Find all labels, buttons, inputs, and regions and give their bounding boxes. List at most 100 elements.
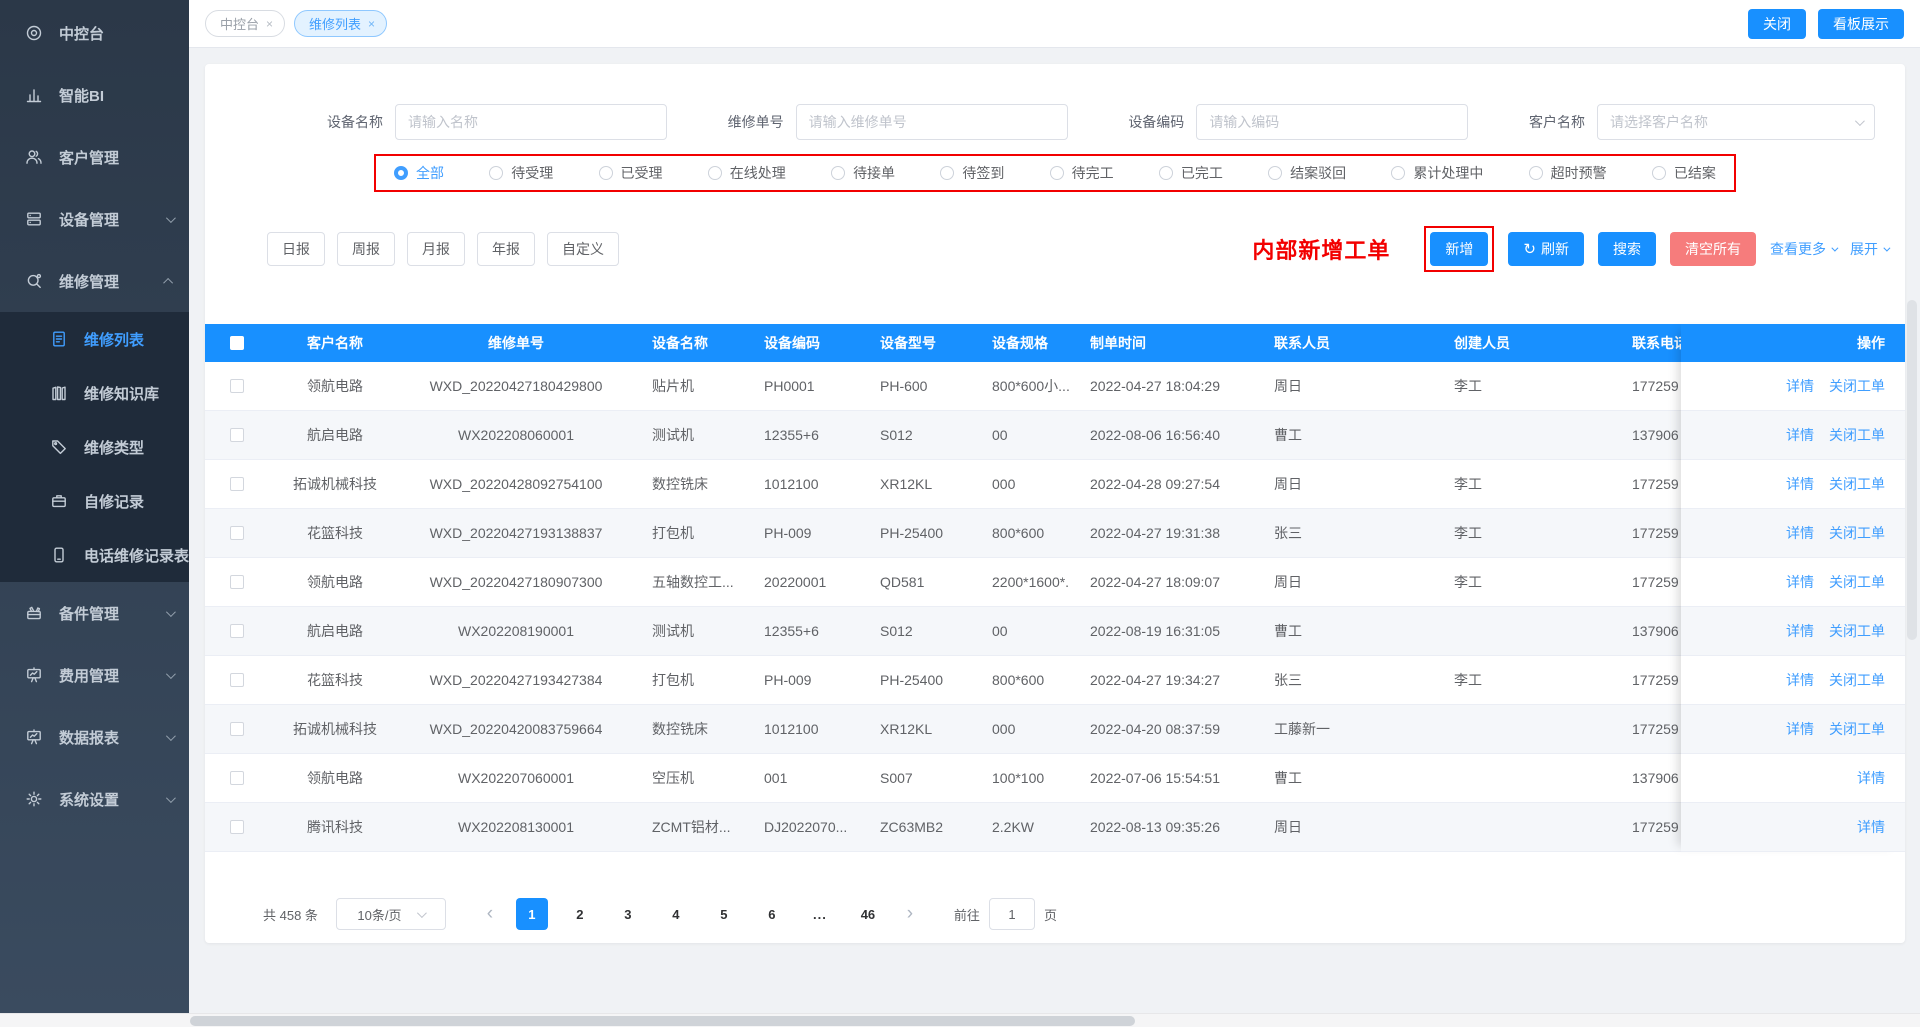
tab-repair-list[interactable]: 维修列表 × — [294, 10, 387, 37]
status-radio[interactable]: 累计处理中 — [1391, 163, 1483, 183]
row-checkbox[interactable] — [230, 673, 244, 687]
status-radio[interactable]: 在线处理 — [708, 163, 786, 183]
device-code-input[interactable] — [1196, 104, 1468, 140]
cell-device-name: 五轴数控工... — [631, 572, 743, 592]
page-size-select[interactable]: 10条/页 — [336, 898, 446, 930]
cell-contact: 周日 — [1253, 474, 1433, 494]
status-radio[interactable]: 结案驳回 — [1268, 163, 1346, 183]
sidebar-item-repair-mgmt[interactable]: 维修管理 — [0, 250, 189, 312]
refresh-button[interactable]: ↻ 刷新 — [1508, 232, 1584, 266]
sidebar-item-data-report[interactable]: 数据报表 — [0, 706, 189, 768]
prev-page-button[interactable]: ‹ — [474, 898, 506, 930]
row-checkbox[interactable] — [230, 379, 244, 393]
row-checkbox[interactable] — [230, 526, 244, 540]
close-order-link[interactable]: 关闭工单 — [1829, 376, 1885, 396]
detail-link[interactable]: 详情 — [1786, 572, 1814, 592]
order-no-input[interactable] — [796, 104, 1068, 140]
close-order-link[interactable]: 关闭工单 — [1829, 572, 1885, 592]
status-radio[interactable]: 已完工 — [1159, 163, 1223, 183]
customer-name-select[interactable]: 请选择客户名称 — [1597, 104, 1875, 140]
report-button[interactable]: 日报 — [267, 232, 325, 266]
select-all-checkbox[interactable] — [230, 336, 244, 350]
row-checkbox[interactable] — [230, 575, 244, 589]
detail-link[interactable]: 详情 — [1786, 474, 1814, 494]
close-order-link[interactable]: 关闭工单 — [1829, 719, 1885, 739]
close-icon[interactable]: × — [266, 17, 273, 31]
detail-link[interactable]: 详情 — [1857, 817, 1885, 837]
close-order-link[interactable]: 关闭工单 — [1829, 523, 1885, 543]
page-button-5[interactable]: 5 — [708, 898, 740, 930]
clear-all-button[interactable]: 清空所有 — [1670, 232, 1756, 266]
goto-label: 前往 — [954, 905, 980, 924]
detail-link[interactable]: 详情 — [1786, 621, 1814, 641]
row-checkbox[interactable] — [230, 477, 244, 491]
cell-created-at: 2022-04-20 08:37:59 — [1069, 721, 1253, 737]
page-button-1[interactable]: 1 — [516, 898, 548, 930]
status-radio[interactable]: 待受理 — [489, 163, 553, 183]
detail-link[interactable]: 详情 — [1786, 719, 1814, 739]
status-radio[interactable]: 待接单 — [831, 163, 895, 183]
detail-link[interactable]: 详情 — [1786, 425, 1814, 445]
report-button[interactable]: 年报 — [477, 232, 535, 266]
report-button[interactable]: 周报 — [337, 232, 395, 266]
kanban-display-button[interactable]: 看板展示 — [1818, 9, 1904, 39]
sidebar-subitem-label: 维修列表 — [84, 329, 144, 350]
sidebar-subitem-self-repair-record[interactable]: 自修记录 — [0, 474, 189, 528]
page-button-46[interactable]: 46 — [852, 898, 884, 930]
vertical-scrollbar[interactable] — [1907, 300, 1917, 640]
sidebar-subitem-repair-knowledge[interactable]: 维修知识库 — [0, 366, 189, 420]
row-checkbox[interactable] — [230, 624, 244, 638]
sidebar-subitem-repair-type[interactable]: 维修类型 — [0, 420, 189, 474]
search-button[interactable]: 搜索 — [1598, 232, 1656, 266]
page-button-2[interactable]: 2 — [564, 898, 596, 930]
status-radio[interactable]: 全部 — [394, 163, 444, 183]
sidebar-item-device-mgmt[interactable]: 设备管理 — [0, 188, 189, 250]
tab-console[interactable]: 中控台 × — [205, 10, 285, 37]
sidebar-item-customer-mgmt[interactable]: 客户管理 — [0, 126, 189, 188]
page-button-3[interactable]: 3 — [612, 898, 644, 930]
view-more-label: 查看更多 — [1770, 239, 1826, 259]
goto-page-input[interactable] — [989, 898, 1035, 930]
report-button[interactable]: 自定义 — [547, 232, 619, 266]
detail-link[interactable]: 详情 — [1786, 523, 1814, 543]
close-order-link[interactable]: 关闭工单 — [1829, 474, 1885, 494]
status-radio[interactable]: 超时预警 — [1529, 163, 1607, 183]
row-checkbox[interactable] — [230, 428, 244, 442]
status-radio[interactable]: 待签到 — [940, 163, 1004, 183]
sidebar-subitem-repair-list[interactable]: 维修列表 — [0, 312, 189, 366]
more-pages-icon[interactable]: ... — [804, 907, 836, 922]
page-button-4[interactable]: 4 — [660, 898, 692, 930]
next-page-button[interactable]: › — [894, 898, 926, 930]
device-name-input[interactable] — [395, 104, 667, 140]
view-more-link[interactable]: 查看更多 — [1770, 239, 1836, 259]
cell-created-at: 2022-04-27 19:31:38 — [1069, 525, 1253, 541]
status-radio[interactable]: 已结案 — [1652, 163, 1716, 183]
add-button[interactable]: 新增 — [1430, 232, 1488, 266]
sidebar-item-cost-mgmt[interactable]: 费用管理 — [0, 644, 189, 706]
horizontal-scrollbar-thumb[interactable] — [190, 1016, 1135, 1026]
sidebar-item-system-settings[interactable]: 系统设置 — [0, 768, 189, 830]
page-button-6[interactable]: 6 — [756, 898, 788, 930]
row-checkbox[interactable] — [230, 722, 244, 736]
status-radio[interactable]: 待完工 — [1050, 163, 1114, 183]
sidebar-item-label: 设备管理 — [59, 209, 119, 230]
close-icon[interactable]: × — [368, 17, 375, 31]
sidebar-item-console[interactable]: 中控台 — [0, 2, 189, 64]
row-checkbox[interactable] — [230, 820, 244, 834]
refresh-icon: ↻ — [1523, 240, 1536, 258]
expand-link[interactable]: 展开 — [1850, 239, 1888, 259]
cell-created-at: 2022-04-27 18:09:07 — [1069, 574, 1253, 590]
sidebar-item-smart-bi[interactable]: 智能BI — [0, 64, 189, 126]
report-button[interactable]: 月报 — [407, 232, 465, 266]
row-checkbox[interactable] — [230, 771, 244, 785]
close-button[interactable]: 关闭 — [1748, 9, 1806, 39]
sidebar-subitem-phone-repair-record[interactable]: 电话维修记录表 — [0, 528, 189, 582]
close-order-link[interactable]: 关闭工单 — [1829, 425, 1885, 445]
detail-link[interactable]: 详情 — [1786, 376, 1814, 396]
sidebar-item-parts-mgmt[interactable]: 备件管理 — [0, 582, 189, 644]
close-order-link[interactable]: 关闭工单 — [1829, 670, 1885, 690]
detail-link[interactable]: 详情 — [1857, 768, 1885, 788]
status-radio[interactable]: 已受理 — [599, 163, 663, 183]
detail-link[interactable]: 详情 — [1786, 670, 1814, 690]
close-order-link[interactable]: 关闭工单 — [1829, 621, 1885, 641]
